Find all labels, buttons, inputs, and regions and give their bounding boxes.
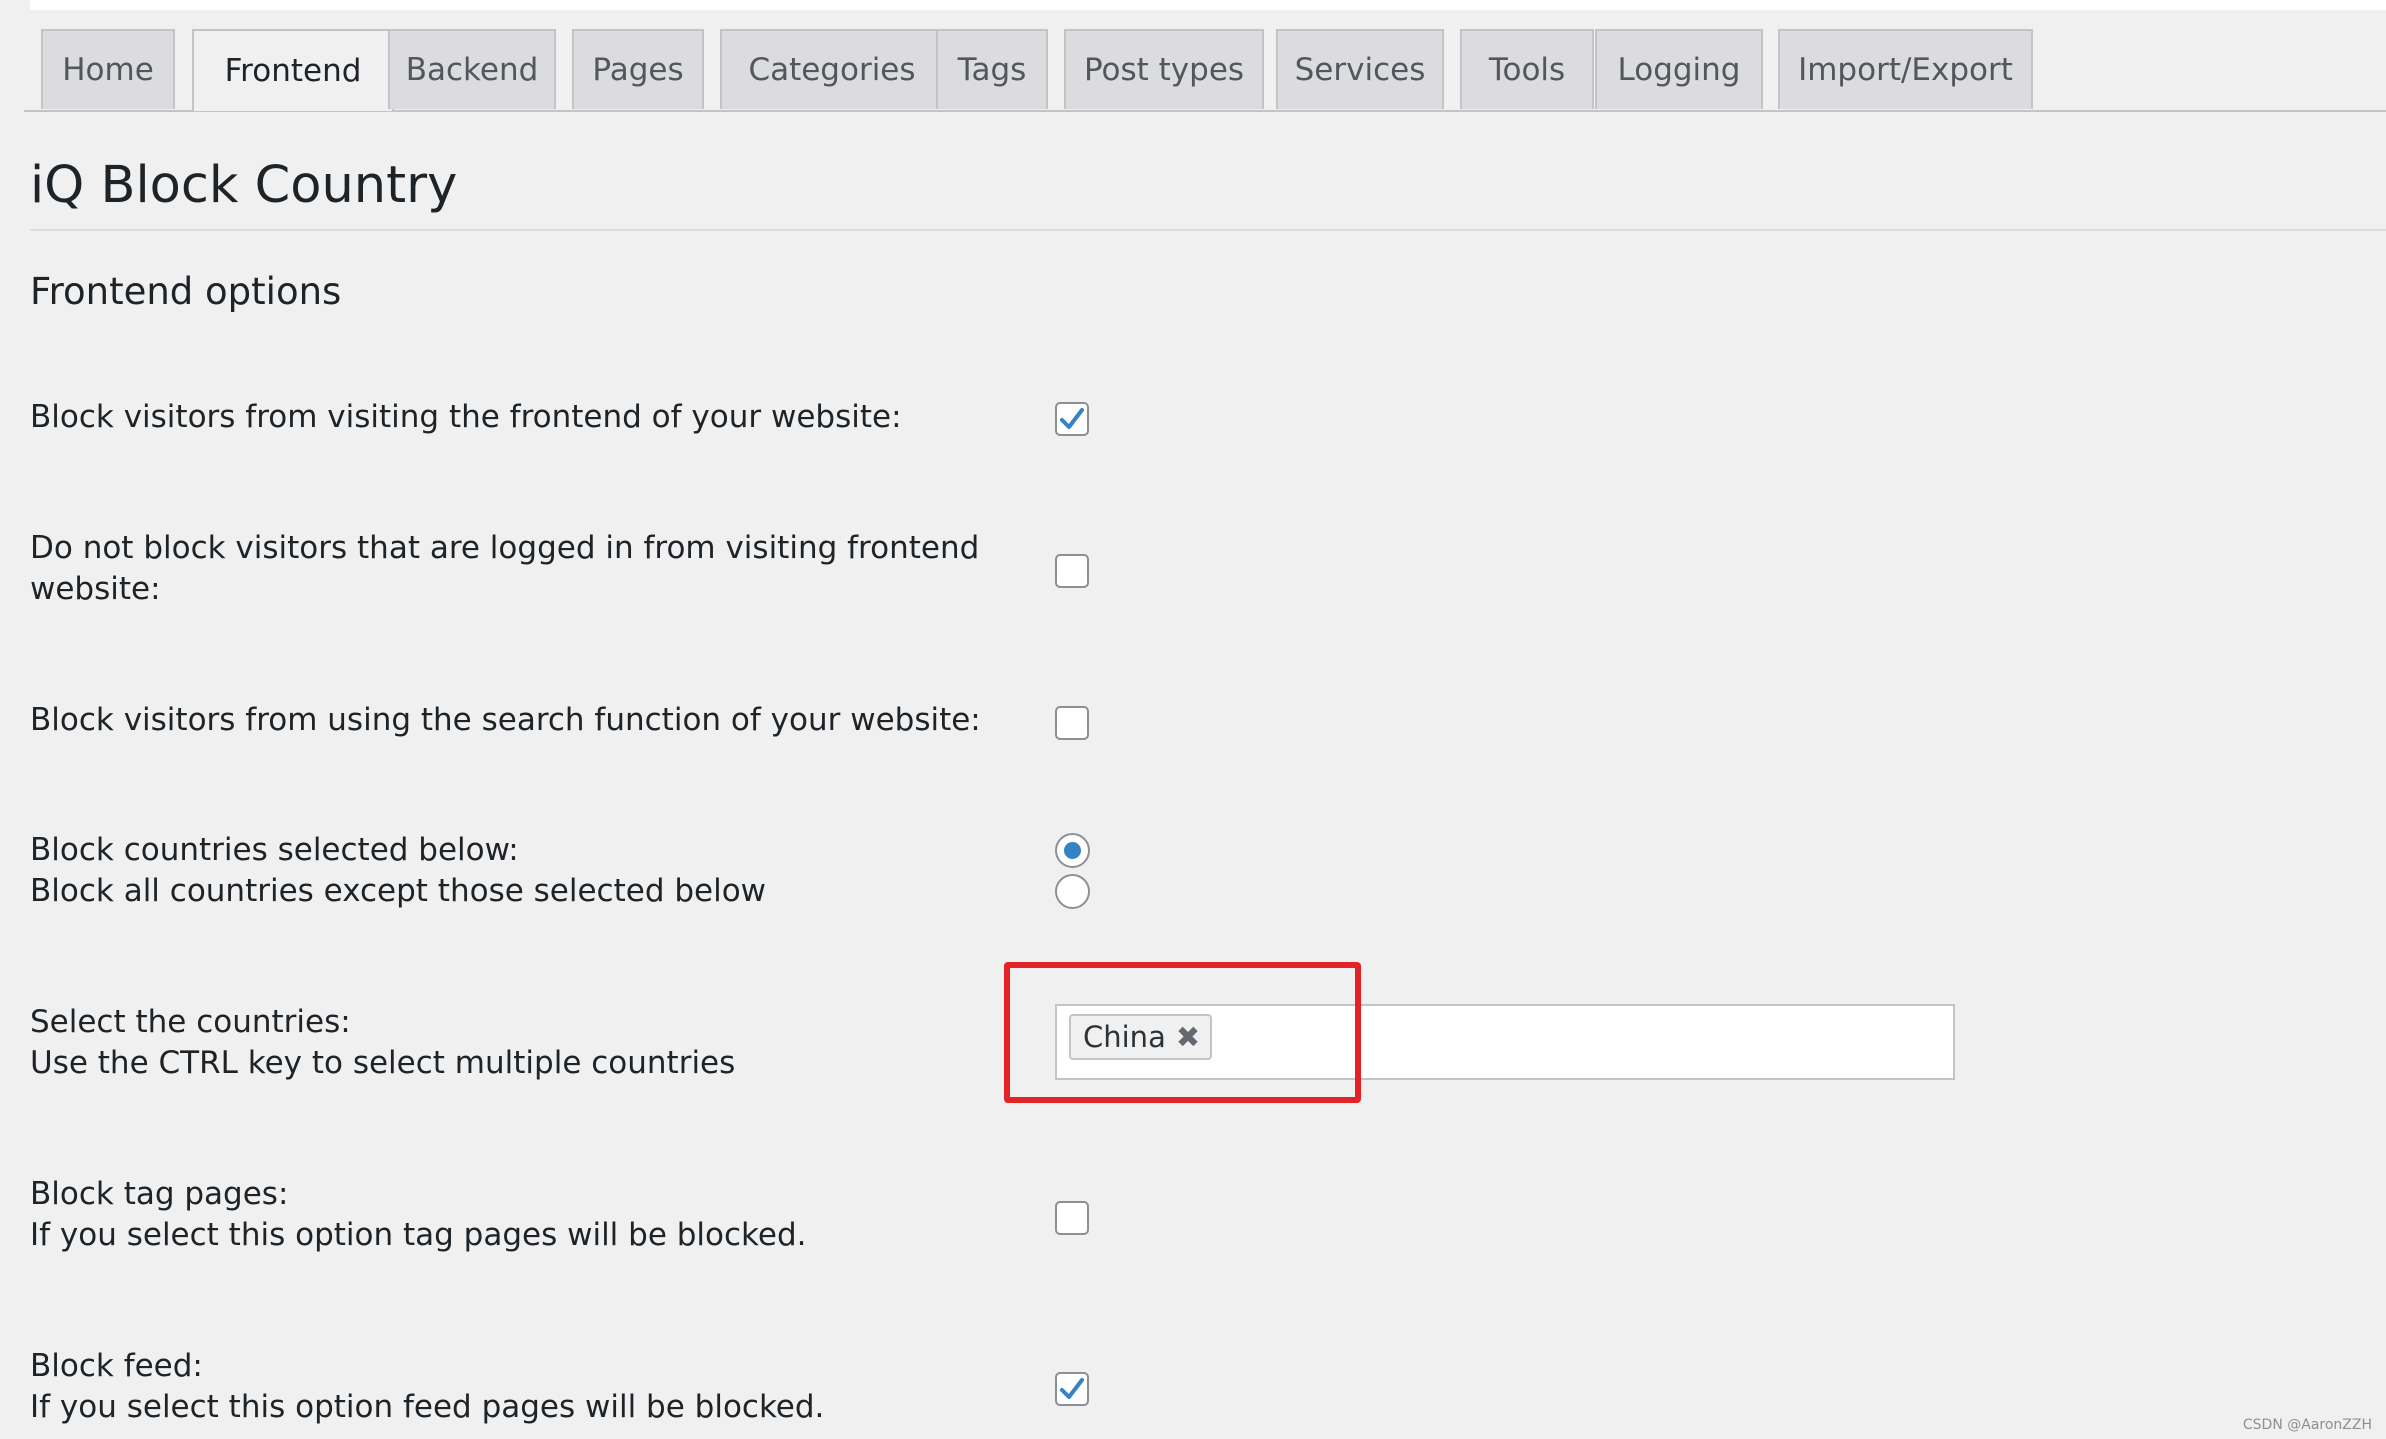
tab-tags[interactable]: Tags	[936, 29, 1048, 109]
block-feed-label: Block feed: If you select this option fe…	[30, 1346, 824, 1428]
block-search-checkbox[interactable]	[1055, 706, 1089, 740]
page-title: iQ Block Country	[30, 156, 458, 215]
block-feed-label-line2: If you select this option feed pages wil…	[30, 1389, 825, 1425]
logged-in-label: Do not block visitors that are logged in…	[30, 528, 979, 610]
countries-label-line2: Use the CTRL key to select multiple coun…	[30, 1045, 736, 1081]
countries-label-line1: Select the countries:	[30, 1004, 351, 1040]
radio-selected-dot	[1064, 842, 1081, 859]
block-except-radio[interactable]	[1055, 874, 1090, 909]
tab-frontend[interactable]: Frontend	[192, 29, 394, 111]
tab-tools[interactable]: Tools	[1460, 29, 1594, 109]
tab-categories[interactable]: Categories	[720, 29, 944, 109]
checkmark-icon	[1060, 1378, 1084, 1399]
tab-home[interactable]: Home	[41, 29, 175, 109]
logged-in-label-line1: Do not block visitors that are logged in…	[30, 530, 980, 566]
block-tag-pages-label-line2: If you select this option tag pages will…	[30, 1217, 807, 1253]
block-mode-label: Block countries selected below: Block al…	[30, 830, 766, 912]
block-frontend-label: Block visitors from visiting the fronten…	[30, 399, 902, 435]
block-tag-pages-label-line1: Block tag pages:	[30, 1176, 289, 1212]
countries-label: Select the countries: Use the CTRL key t…	[30, 1002, 735, 1084]
tab-services[interactable]: Services	[1276, 29, 1444, 109]
title-divider	[30, 229, 2386, 231]
logged-in-checkbox[interactable]	[1055, 554, 1089, 588]
section-title: Frontend options	[30, 270, 342, 313]
block-selected-radio[interactable]	[1055, 833, 1090, 868]
remove-icon[interactable]: ✖	[1176, 1020, 1200, 1054]
tab-bar: Home Frontend Backend Pages Categories T…	[24, 29, 2386, 112]
block-selected-label: Block countries selected below:	[30, 832, 519, 868]
watermark: CSDN @AaronZZH	[2242, 1417, 2372, 1433]
tab-import-export[interactable]: Import/Export	[1778, 29, 2033, 109]
block-search-label: Block visitors from using the search fun…	[30, 702, 981, 738]
checkmark-icon	[1060, 408, 1084, 429]
country-chip-label: China	[1083, 1020, 1166, 1054]
top-strip	[30, 0, 2386, 10]
logged-in-label-line2: website:	[30, 571, 161, 607]
tab-logging[interactable]: Logging	[1595, 29, 1763, 109]
block-except-label: Block all countries except those selecte…	[30, 873, 767, 909]
block-tag-pages-label: Block tag pages: If you select this opti…	[30, 1174, 807, 1256]
block-frontend-checkbox[interactable]	[1055, 402, 1089, 436]
block-feed-label-line1: Block feed:	[30, 1348, 203, 1384]
block-tag-pages-checkbox[interactable]	[1055, 1201, 1089, 1235]
block-feed-checkbox[interactable]	[1055, 1372, 1089, 1406]
tab-post-types[interactable]: Post types	[1064, 29, 1264, 109]
country-chip: China ✖	[1069, 1014, 1213, 1060]
tab-backend[interactable]: Backend	[388, 29, 556, 109]
tab-pages[interactable]: Pages	[572, 29, 704, 109]
country-multiselect[interactable]: China ✖	[1055, 1004, 1955, 1080]
